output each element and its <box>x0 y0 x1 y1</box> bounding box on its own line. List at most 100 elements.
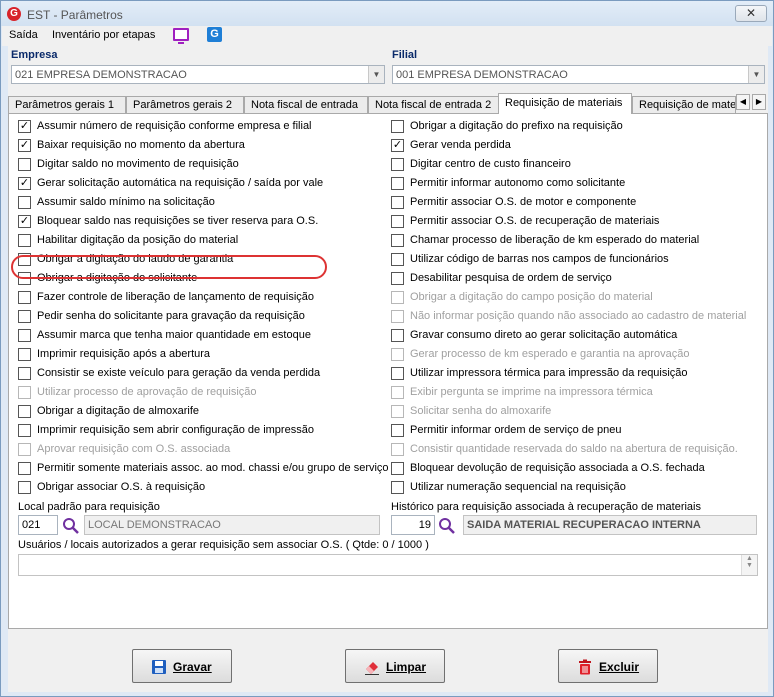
gravar-button[interactable]: Gravar <box>132 649 232 683</box>
historico-code-input[interactable]: 19 <box>391 515 435 535</box>
checkbox <box>391 310 404 323</box>
usuarios-textarea[interactable]: ▲ ▼ <box>18 554 758 576</box>
content-area: Empresa 021 EMPRESA DEMONSTRACAO ▼ Filia… <box>8 46 768 692</box>
checkbox-checked[interactable]: ✓ <box>18 215 31 228</box>
option-label: Assumir marca que tenha maior quantidade… <box>37 329 311 341</box>
historico-label: Histórico para requisição associada à re… <box>391 501 701 513</box>
option-label: Obrigar a digitação do campo posição do … <box>410 291 653 303</box>
checkbox[interactable] <box>18 424 31 437</box>
tab-scroll-right-icon[interactable]: ▶ <box>752 94 766 110</box>
option-label: Gravar consumo direto ao gerar solicitaç… <box>410 329 678 341</box>
menu-bar: Saída Inventário por etapas G <box>2 26 772 46</box>
chevron-down-icon[interactable]: ▼ <box>748 66 764 83</box>
menu-inventario[interactable]: Inventário por etapas <box>52 29 155 41</box>
option-label: Utilizar numeração sequencial na requisi… <box>410 481 626 493</box>
checkbox[interactable] <box>18 329 31 342</box>
checkbox[interactable] <box>18 272 31 285</box>
checkbox-checked[interactable]: ✓ <box>18 177 31 190</box>
option-label: Gerar venda perdida <box>410 139 511 151</box>
checkbox[interactable] <box>391 329 404 342</box>
checkbox[interactable] <box>18 367 31 380</box>
tab-nota-fiscal-entrada-2[interactable]: Nota fiscal de entrada 2 <box>368 96 500 113</box>
option-label: Gerar processo de km esperado e garantia… <box>410 348 690 360</box>
tab-requisicao-materiais[interactable]: Requisição de materiais <box>498 93 632 114</box>
checkbox[interactable] <box>391 120 404 133</box>
checkbox[interactable] <box>391 158 404 171</box>
title-bar: G EST - Parâmetros ✕ <box>1 1 773 26</box>
checkbox[interactable] <box>391 253 404 266</box>
checkbox[interactable] <box>18 158 31 171</box>
checkbox[interactable] <box>18 196 31 209</box>
checkbox <box>18 386 31 399</box>
checkbox-checked[interactable]: ✓ <box>391 139 404 152</box>
tab-requisicao-materiais-2[interactable]: Requisição de materi <box>632 96 736 113</box>
tab-parametros-gerais-1[interactable]: Parâmetros gerais 1 <box>8 96 126 113</box>
option-label: Assumir número de requisição conforme em… <box>37 120 312 132</box>
option-label: Solicitar senha do almoxarife <box>410 405 552 417</box>
option-label: Permitir informar autonomo como solicita… <box>410 177 626 189</box>
search-icon[interactable] <box>62 517 80 535</box>
option-label: Permitir associar O.S. de recuperação de… <box>410 215 660 227</box>
checkbox[interactable] <box>391 272 404 285</box>
filial-select[interactable]: 001 EMPRESA DEMONSTRACAO ▼ <box>392 65 765 84</box>
checkbox-checked[interactable]: ✓ <box>18 120 31 133</box>
checkbox[interactable] <box>18 234 31 247</box>
option-label: Pedir senha do solicitante para gravação… <box>37 310 305 322</box>
trash-icon <box>579 659 591 675</box>
usuarios-scrollbar[interactable]: ▲ ▼ <box>741 555 757 575</box>
checkbox[interactable] <box>18 462 31 475</box>
checkbox[interactable] <box>18 310 31 323</box>
tab-parametros-gerais-2[interactable]: Parâmetros gerais 2 <box>126 96 244 113</box>
option-label: Utilizar processo de aprovação de requis… <box>37 386 257 398</box>
checkbox[interactable] <box>18 481 31 494</box>
option-label: Obrigar a digitação do prefixo na requis… <box>410 120 623 132</box>
tab-scroll-left-icon[interactable]: ◀ <box>736 94 750 110</box>
save-icon <box>152 660 166 674</box>
checkbox[interactable] <box>391 424 404 437</box>
tab-nota-fiscal-entrada[interactable]: Nota fiscal de entrada <box>244 96 368 113</box>
tab-strip: Parâmetros gerais 1 Parâmetros gerais 2 … <box>8 93 768 114</box>
checkbox[interactable] <box>391 215 404 228</box>
checkbox[interactable] <box>391 177 404 190</box>
chevron-down-icon[interactable]: ▼ <box>368 66 384 83</box>
checkbox[interactable] <box>391 234 404 247</box>
option-label: Consistir se existe veículo para geração… <box>37 367 321 379</box>
option-label: Obrigar a digitação do laudo de garantia <box>37 253 234 265</box>
option-label: Utilizar impressora térmica para impress… <box>410 367 688 379</box>
monitor-icon[interactable] <box>173 28 189 44</box>
option-label: Utilizar código de barras nos campos de … <box>410 253 669 265</box>
checkbox[interactable] <box>391 481 404 494</box>
app-g-icon[interactable]: G <box>207 27 222 42</box>
main-window: G EST - Parâmetros ✕ Saída Inventário po… <box>0 0 774 697</box>
checkbox[interactable] <box>391 367 404 380</box>
checkbox-checked[interactable]: ✓ <box>18 139 31 152</box>
menu-saida[interactable]: Saída <box>9 29 38 41</box>
checkbox <box>391 443 404 456</box>
option-label: Obrigar associar O.S. à requisição <box>37 481 206 493</box>
window-title: EST - Parâmetros <box>27 8 123 22</box>
excluir-button[interactable]: Excluir <box>558 649 658 683</box>
empresa-value: 021 EMPRESA DEMONSTRACAO <box>15 69 187 81</box>
checkbox <box>391 405 404 418</box>
local-code-input[interactable]: 021 <box>18 515 58 535</box>
checkbox[interactable] <box>18 348 31 361</box>
empresa-select[interactable]: 021 EMPRESA DEMONSTRACAO ▼ <box>11 65 385 84</box>
checkbox[interactable] <box>391 196 404 209</box>
checkbox <box>391 386 404 399</box>
option-label: Digitar saldo no movimento de requisição <box>37 158 239 170</box>
option-label: Fazer controle de liberação de lançament… <box>37 291 314 303</box>
close-button[interactable]: ✕ <box>735 5 767 22</box>
option-label: Bloquear devolução de requisição associa… <box>410 462 705 474</box>
checkbox[interactable] <box>18 253 31 266</box>
checkbox[interactable] <box>18 291 31 304</box>
checkbox <box>18 443 31 456</box>
option-label: Bloquear saldo nas requisições se tiver … <box>37 215 319 227</box>
checkbox[interactable] <box>391 462 404 475</box>
option-label: Desabilitar pesquisa de ordem de serviço <box>410 272 612 284</box>
limpar-button[interactable]: Limpar <box>345 649 445 683</box>
option-label: Imprimir requisição sem abrir configuraç… <box>37 424 314 436</box>
checkbox[interactable] <box>18 405 31 418</box>
search-icon[interactable] <box>438 517 456 535</box>
option-label: Permitir informar ordem de serviço de pn… <box>410 424 622 436</box>
checkbox <box>391 348 404 361</box>
